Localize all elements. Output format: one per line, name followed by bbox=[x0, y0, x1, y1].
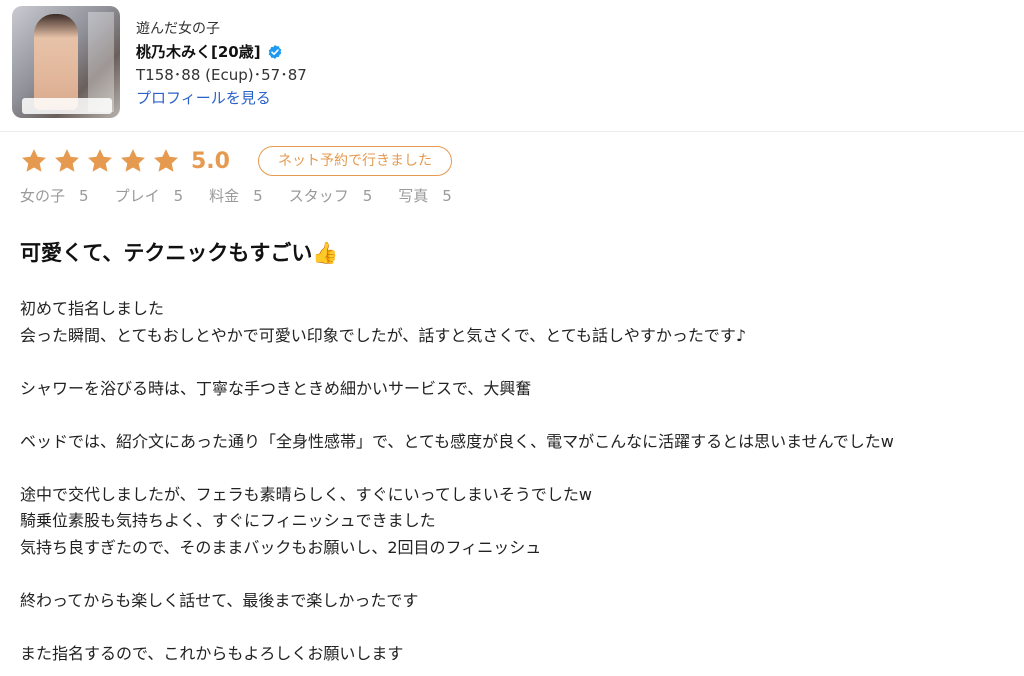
subscore-label: 女の子 bbox=[20, 187, 66, 205]
review-line: 騎乗位素股も気持ちよく、すぐにフィニッシュできました bbox=[20, 511, 436, 530]
subscore-label: プレイ bbox=[114, 187, 160, 205]
subscore-value: 5 bbox=[442, 187, 452, 205]
verified-check-icon bbox=[268, 45, 281, 59]
subscore-value: 5 bbox=[253, 187, 263, 205]
view-profile-link[interactable]: プロフィールを見る bbox=[136, 87, 307, 109]
subscore-value: 5 bbox=[79, 187, 89, 205]
photo-figure bbox=[34, 14, 78, 110]
review-line: 途中で交代しましたが、フェラも素晴らしく、すぐにいってしまいそうでしたw bbox=[20, 484, 592, 504]
rating-row: 5.0 ネット予約で行きました bbox=[20, 146, 452, 176]
girl-header: 遊んだ女の子 桃乃木みく[20歳] T158･88 (Ecup)･57･87 プ… bbox=[0, 0, 1024, 132]
star-icon bbox=[88, 149, 112, 172]
star-rating bbox=[20, 147, 185, 175]
review-line: 終わってからも楽しく話せて、最後まで楽しかったです bbox=[20, 590, 419, 610]
review-line: 初めて指名しました bbox=[20, 299, 165, 318]
star-icon bbox=[55, 149, 79, 172]
overall-score: 5.0 bbox=[191, 148, 230, 174]
visited-girl-caption: 遊んだ女の子 bbox=[136, 21, 220, 37]
subscore-value: 5 bbox=[362, 187, 373, 205]
star-icon bbox=[154, 149, 178, 172]
star-icon bbox=[22, 149, 46, 172]
girl-specs: T158･88 (Ecup)･57･87 bbox=[136, 66, 307, 84]
subscore-list: 女の子 5 プレイ 5 料金 5 スタッフ 5 写真 5 bbox=[20, 186, 478, 206]
profile-photo[interactable] bbox=[12, 6, 120, 118]
review-title: 可愛くて、テクニックもすごい👍 bbox=[20, 241, 339, 265]
subscore-value: 5 bbox=[173, 187, 184, 205]
subscore-label: 写真 bbox=[398, 187, 429, 205]
review-line: また指名するので、これからもよろしくお願いします bbox=[20, 643, 404, 663]
booking-method-badge: ネット予約で行きました bbox=[257, 146, 452, 176]
star-icon bbox=[121, 149, 145, 172]
photo-logo bbox=[22, 98, 112, 114]
subscore-item: 写真 5 bbox=[398, 186, 452, 206]
girl-name-row: 桃乃木みく[20歳] bbox=[136, 40, 307, 64]
review-line: ベッドでは、紹介文にあった通り「全身性感帯」で、とても感度が良く、電マがこんなに… bbox=[20, 431, 894, 451]
review-line: 会った瞬間、とてもおしとやかで可愛い印象でしたが、話すと気さくで、とても話しやす… bbox=[20, 325, 747, 345]
subscore-label: スタッフ bbox=[288, 187, 349, 205]
subscore-item: 女の子 5 bbox=[20, 186, 89, 206]
girl-name[interactable]: 桃乃木みく[20歳] bbox=[136, 40, 261, 64]
photo-name-band bbox=[88, 12, 114, 112]
subscore-item: 料金 5 bbox=[209, 186, 263, 206]
review-line: 気持ち良すぎたので、そのままバックもお願いし、2回目のフィニッシュ bbox=[20, 537, 542, 557]
subscore-item: プレイ 5 bbox=[115, 186, 184, 206]
review-line: シャワーを浴びる時は、丁寧な手つきときめ細かいサービスで、大興奮 bbox=[20, 378, 532, 398]
subscore-item: スタッフ 5 bbox=[289, 186, 373, 206]
subscore-label: 料金 bbox=[209, 187, 240, 205]
girl-info: 遊んだ女の子 桃乃木みく[20歳] T158･88 (Ecup)･57･87 プ… bbox=[136, 18, 307, 109]
review-body: 初めて指名しました会った瞬間、とてもおしとやかで可愛い印象でしたが、話すと気さく… bbox=[20, 296, 1010, 667]
